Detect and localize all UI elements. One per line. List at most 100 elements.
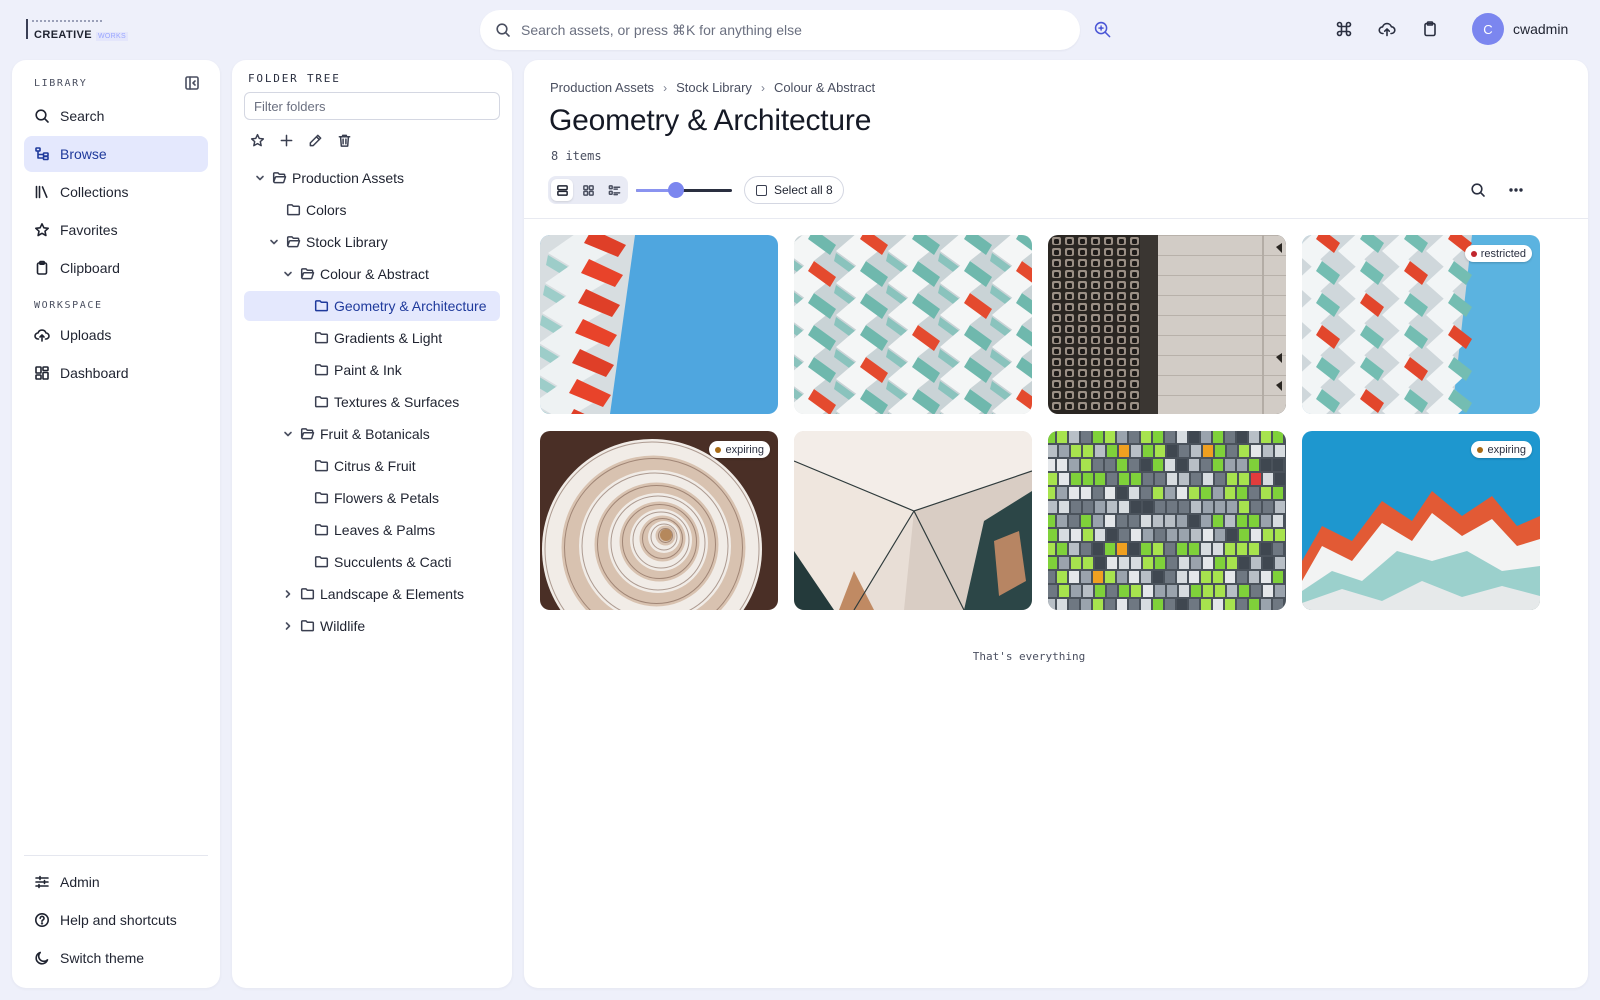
folder-tree-item[interactable]: Fruit & Botanicals — [244, 419, 500, 449]
chevron-down-icon[interactable] — [282, 268, 294, 280]
asset-thumbnail[interactable] — [540, 235, 778, 414]
nav-help[interactable]: Help and shortcuts — [24, 902, 208, 938]
command-icon[interactable] — [1335, 20, 1353, 38]
breadcrumb-item[interactable]: Stock Library — [676, 80, 752, 95]
breadcrumb-item[interactable]: Production Assets — [550, 80, 654, 95]
folder-label: Production Assets — [292, 170, 405, 186]
folder-tree-item[interactable]: Stock Library — [244, 227, 500, 257]
chevron-right-icon[interactable] — [282, 588, 294, 600]
folder-tree-item[interactable]: Paint & Ink — [244, 355, 500, 385]
user-menu[interactable]: C cwadmin — [1472, 13, 1568, 45]
nav-favorites[interactable]: Favorites — [24, 212, 208, 248]
upload-cloud-icon[interactable] — [1378, 20, 1396, 38]
folder-label: Textures & Surfaces — [334, 394, 460, 410]
nav-label: Dashboard — [60, 365, 129, 381]
nav-uploads[interactable]: Uploads — [24, 317, 208, 353]
folder-tree-item[interactable]: Geometry & Architecture — [244, 291, 500, 321]
status-badge: expiring — [709, 441, 770, 458]
clipboard-icon — [34, 260, 50, 276]
folder-tree-item[interactable]: Colour & Abstract — [244, 259, 500, 289]
asset-thumbnail[interactable]: expiring — [540, 431, 778, 610]
chevron-down-icon[interactable] — [282, 428, 294, 440]
folder-icon — [300, 618, 315, 633]
folder-tree-item[interactable]: Colors — [244, 195, 500, 225]
asset-thumbnail[interactable] — [794, 431, 1032, 610]
breadcrumb: Production Assets › Stock Library › Colo… — [550, 80, 875, 95]
folder-open-icon — [286, 234, 301, 249]
folder-icon — [314, 554, 329, 569]
view-rows-icon[interactable] — [551, 179, 573, 201]
nav-clipboard[interactable]: Clipboard — [24, 250, 208, 286]
folder-tree-item[interactable]: Citrus & Fruit — [244, 451, 500, 481]
nav-admin[interactable]: Admin — [24, 864, 208, 900]
asset-thumbnail[interactable]: expiring — [1302, 431, 1540, 610]
folder-tree-title: FOLDER TREE — [248, 72, 341, 85]
folder-label: Colors — [306, 202, 347, 218]
select-all-button[interactable]: Select all 8 — [744, 176, 844, 204]
asset-thumbnail[interactable] — [1048, 235, 1286, 414]
nav-label: Browse — [60, 146, 107, 162]
folder-tree-item[interactable]: Succulents & Cacti — [244, 547, 500, 577]
logo-text: CREATIVE — [34, 29, 93, 41]
breadcrumb-item[interactable]: Colour & Abstract — [774, 80, 875, 95]
folder-label: Flowers & Petals — [334, 490, 440, 506]
nav-label: Admin — [60, 874, 100, 890]
folder-label: Leaves & Palms — [334, 522, 436, 538]
nav-switch-theme[interactable]: Switch theme — [24, 940, 208, 976]
folder-open-icon — [300, 426, 315, 441]
nav-search[interactable]: Search — [24, 98, 208, 134]
clipboard-icon[interactable] — [1421, 20, 1439, 38]
toolbar-divider — [524, 218, 1588, 219]
filter-folders-input[interactable] — [244, 92, 500, 120]
sparkle-search-icon[interactable] — [1093, 20, 1112, 39]
chevron-right-icon[interactable] — [282, 620, 294, 632]
folder-tree-item[interactable]: Flowers & Petals — [244, 483, 500, 513]
status-badge: restricted — [1464, 245, 1532, 262]
nav-label: Clipboard — [60, 260, 120, 276]
view-grid-icon[interactable] — [577, 179, 599, 201]
nav-browse[interactable]: Browse — [24, 136, 208, 172]
global-search-bar[interactable]: Search assets, or press ⌘K for anything … — [480, 10, 1080, 50]
chevron-right-icon: › — [760, 80, 765, 95]
asset-thumbnail[interactable]: restricted — [1302, 235, 1540, 414]
folder-open-icon — [300, 266, 315, 281]
top-bar: CREATIVE WORKS Search assets, or press ⌘… — [0, 0, 1600, 60]
chevron-down-icon[interactable] — [268, 236, 280, 248]
asset-image — [794, 235, 1032, 414]
folder-icon — [286, 202, 301, 217]
star-icon — [34, 222, 50, 238]
username: cwadmin — [1513, 21, 1569, 37]
add-icon[interactable] — [279, 133, 294, 148]
folder-tree-item[interactable]: Gradients & Light — [244, 323, 500, 353]
folder-tree-item[interactable]: Leaves & Palms — [244, 515, 500, 545]
edit-icon[interactable] — [308, 133, 323, 148]
more-options-icon[interactable] — [1508, 182, 1524, 198]
nav-dashboard[interactable]: Dashboard — [24, 355, 208, 391]
sidebar: LIBRARY Search Browse Collections Favori… — [12, 60, 220, 988]
folder-tree-item[interactable]: Textures & Surfaces — [244, 387, 500, 417]
folder-tree-item[interactable]: Production Assets — [244, 163, 500, 193]
status-badge: expiring — [1471, 441, 1532, 458]
collapse-sidebar-icon[interactable] — [184, 75, 200, 91]
chevron-down-icon[interactable] — [254, 172, 266, 184]
thumbnail-size-slider[interactable] — [636, 182, 732, 198]
asset-thumbnail[interactable] — [1048, 431, 1286, 610]
slider-thumb[interactable] — [668, 182, 685, 198]
app-logo[interactable]: CREATIVE WORKS — [26, 19, 128, 41]
help-icon — [34, 912, 50, 928]
folder-tree-item[interactable]: Wildlife — [244, 611, 500, 641]
folder-tree-item[interactable]: Landscape & Elements — [244, 579, 500, 609]
select-all-label: Select all 8 — [774, 183, 833, 197]
star-icon[interactable] — [250, 133, 265, 148]
nav-label: Favorites — [60, 222, 118, 238]
view-list-icon[interactable] — [603, 179, 625, 201]
trash-icon[interactable] — [337, 133, 352, 148]
search-icon[interactable] — [1470, 182, 1486, 198]
view-mode-toggle — [548, 176, 628, 204]
nav-collections[interactable]: Collections — [24, 174, 208, 210]
workspace-section-label: WORKSPACE — [34, 300, 103, 311]
folder-label: Stock Library — [306, 234, 388, 250]
folder-label: Gradients & Light — [334, 330, 443, 346]
asset-thumbnail[interactable] — [794, 235, 1032, 414]
moon-icon — [34, 950, 50, 966]
